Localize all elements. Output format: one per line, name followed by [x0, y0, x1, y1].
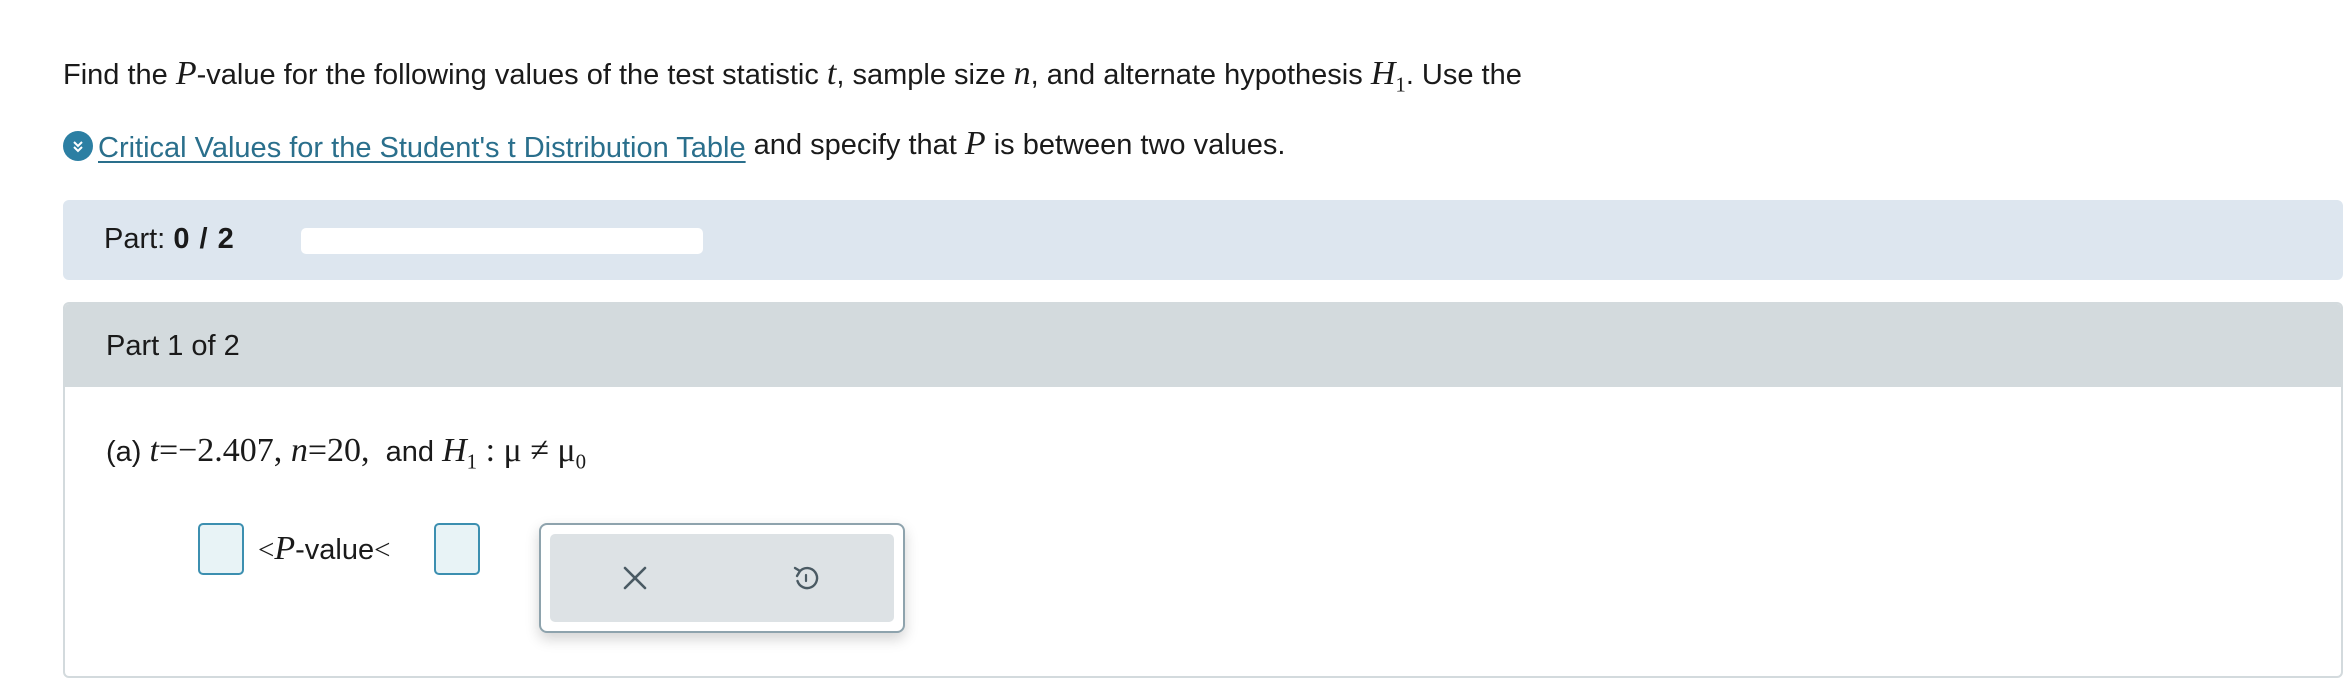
math-n: n [290, 432, 308, 469]
prompt-text: , sample size [836, 59, 1014, 91]
math-p: P [274, 530, 296, 567]
table-link-group[interactable]: Critical Values for the Student's t Dist… [63, 118, 746, 178]
math-t: t [826, 55, 837, 92]
prompt-text: . Use the [1405, 59, 1522, 91]
part-progress-bar: Part: 0 / 2 [63, 200, 2343, 280]
math-h: H [1370, 55, 1396, 92]
part-progress-label: Part: 0 / 2 [104, 223, 235, 256]
math-n: n [1013, 55, 1031, 92]
prompt-text: Find the [63, 59, 176, 91]
math-h: H [442, 432, 467, 469]
math-h-subscript: 1 [466, 449, 478, 474]
math-t: t [149, 432, 159, 469]
n-value: =20, [307, 432, 370, 469]
prompt-text: is between two values. [985, 129, 1286, 162]
lower-bound-input[interactable] [198, 523, 244, 575]
prompt-text: -value for the following values of the t… [196, 59, 827, 91]
clear-button[interactable] [615, 558, 655, 598]
expand-chevron-icon[interactable] [63, 131, 93, 162]
pvalue-text: -value [295, 534, 375, 566]
part-card: Part 1 of 2 (a) t=−2.407, n=20, and H1 :… [63, 302, 2343, 678]
close-icon [623, 566, 647, 590]
answer-tools-inner [550, 534, 894, 622]
question-a: (a) t=−2.407, n=20, and H1 : μ ≠ μ0 [106, 432, 586, 474]
undo-button[interactable] [786, 558, 826, 598]
progress-track [301, 228, 703, 254]
and-text: and [369, 436, 443, 468]
problem-line-1: Find the P-value for the following value… [63, 44, 2263, 114]
progress-label-text: Part: [104, 223, 166, 255]
progress-count: 0 / 2 [173, 223, 235, 255]
answer-tools-panel [539, 523, 905, 633]
part-header: Part 1 of 2 [65, 304, 2341, 387]
hypothesis-text: : μ ≠ μ [477, 432, 576, 469]
mu-subscript: 0 [575, 449, 587, 474]
less-than-symbol: < [374, 534, 391, 566]
undo-icon [793, 566, 819, 590]
critical-values-table-link[interactable]: Critical Values for the Student's t Dist… [98, 118, 746, 178]
prompt-text: , and alternate hypothesis [1030, 59, 1371, 91]
t-value: =−2.407, [158, 432, 291, 469]
math-h-subscript: 1 [1395, 72, 1406, 97]
problem-statement: Find the P-value for the following value… [63, 44, 2263, 178]
math-p: P [964, 125, 986, 163]
problem-line-2: Critical Values for the Student's t Dist… [63, 114, 2263, 178]
prompt-text: and specify that [745, 129, 965, 162]
pvalue-inequality-label: <P-value< [258, 530, 391, 568]
math-p: P [175, 55, 197, 92]
part-title: Part 1 of 2 [106, 330, 240, 362]
upper-bound-input[interactable] [434, 523, 480, 575]
less-than-symbol: < [258, 534, 275, 566]
question-label: (a) [106, 436, 150, 468]
